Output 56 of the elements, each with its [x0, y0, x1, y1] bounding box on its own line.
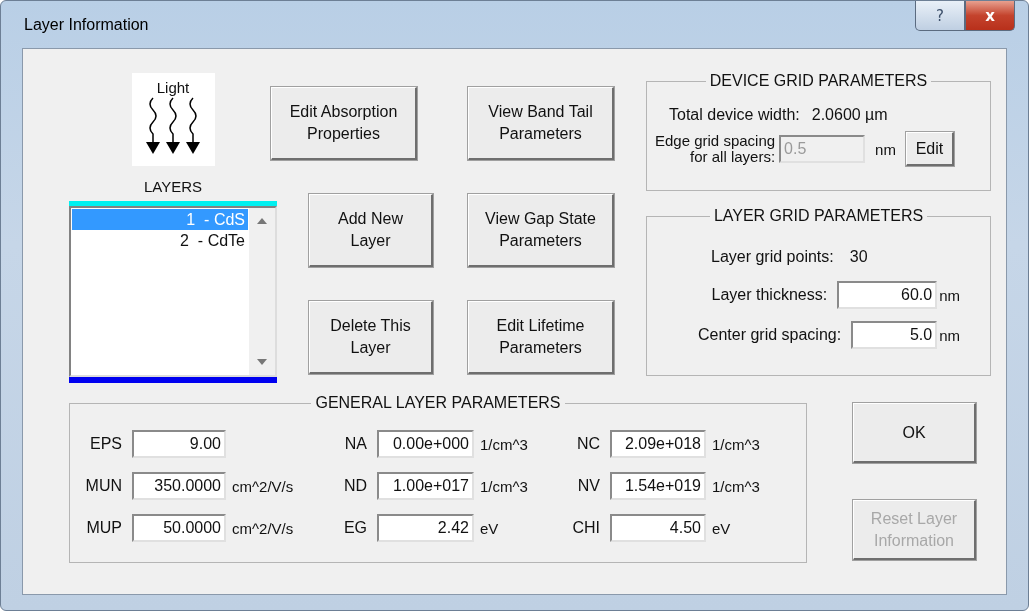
- close-button[interactable]: x: [965, 1, 1015, 31]
- help-button[interactable]: ?: [915, 1, 965, 31]
- unit-label: eV: [711, 519, 732, 537]
- field-label: MUP: [85, 519, 123, 537]
- unit-label: eV: [479, 519, 500, 537]
- edit-button[interactable]: Edit: [905, 132, 954, 166]
- action-button[interactable]: Add New Layer: [309, 194, 433, 267]
- action-button[interactable]: Edit Absorption Properties: [271, 87, 417, 160]
- ok-button[interactable]: OK: [853, 403, 976, 463]
- unit-label: nm: [938, 326, 960, 344]
- unit-label: nm: [938, 286, 960, 304]
- input-field[interactable]: 0.00e+000: [377, 430, 474, 458]
- layer-item[interactable]: 2 - CdTe: [72, 230, 248, 251]
- field-label: EPS: [89, 435, 123, 453]
- layers-label: LAYERS: [143, 178, 203, 195]
- device-width-value: 2.0600 µm: [811, 106, 888, 124]
- unit-label: 1/cm^3: [479, 435, 529, 453]
- layers-list[interactable]: 1 - CdS 2 - CdTe: [69, 206, 277, 377]
- scroll-down-icon[interactable]: [257, 359, 267, 365]
- unit-label: 1/cm^3: [711, 477, 761, 495]
- scrollbar[interactable]: [249, 208, 275, 375]
- grid-points-value: 30: [849, 248, 868, 266]
- input-field[interactable]: 2.09e+018: [610, 430, 706, 458]
- field-label: Center grid spacing:: [697, 326, 843, 344]
- action-button[interactable]: View Gap State Parameters: [468, 194, 614, 267]
- field-label: MUN: [84, 477, 123, 495]
- input-field[interactable]: 5.0: [851, 321, 938, 349]
- input-field[interactable]: 1.00e+017: [377, 472, 474, 500]
- field-label: CHI: [571, 519, 601, 537]
- unit-label: 1/cm^3: [711, 435, 761, 453]
- unit-label: 1/cm^3: [479, 477, 529, 495]
- input-field[interactable]: 2.42: [377, 514, 474, 542]
- input-field[interactable]: 1.54e+019: [610, 472, 706, 500]
- input-field[interactable]: 350.0000: [132, 472, 226, 500]
- input-field[interactable]: 9.00: [132, 430, 226, 458]
- field-label: EG: [342, 519, 368, 537]
- window-title: Layer Information: [23, 15, 149, 34]
- input-field[interactable]: 60.0: [837, 281, 938, 309]
- action-button[interactable]: View Band Tail Parameters: [468, 87, 614, 160]
- input-field[interactable]: 4.50: [610, 514, 706, 542]
- unit-label: nm: [874, 140, 896, 158]
- unit-label: cm^2/V/s: [231, 519, 295, 537]
- field-label: NV: [576, 477, 601, 495]
- field-label: NA: [343, 435, 368, 453]
- field-label: ND: [342, 477, 368, 495]
- field-label: Edge grid spacing for all layers:: [655, 133, 776, 165]
- field-label: Layer grid points:: [711, 248, 834, 266]
- light-icon: Light: [131, 73, 215, 166]
- action-button[interactable]: Delete This Layer: [309, 301, 433, 374]
- field-label: Total device width:: [669, 106, 800, 124]
- field-label: NC: [575, 435, 601, 453]
- action-button[interactable]: Edit Lifetime Parameters: [468, 301, 614, 374]
- input-field[interactable]: 50.0000: [132, 514, 226, 542]
- scroll-up-icon[interactable]: [257, 218, 267, 224]
- unit-label: cm^2/V/s: [231, 477, 295, 495]
- field-label: Layer thickness:: [711, 286, 829, 304]
